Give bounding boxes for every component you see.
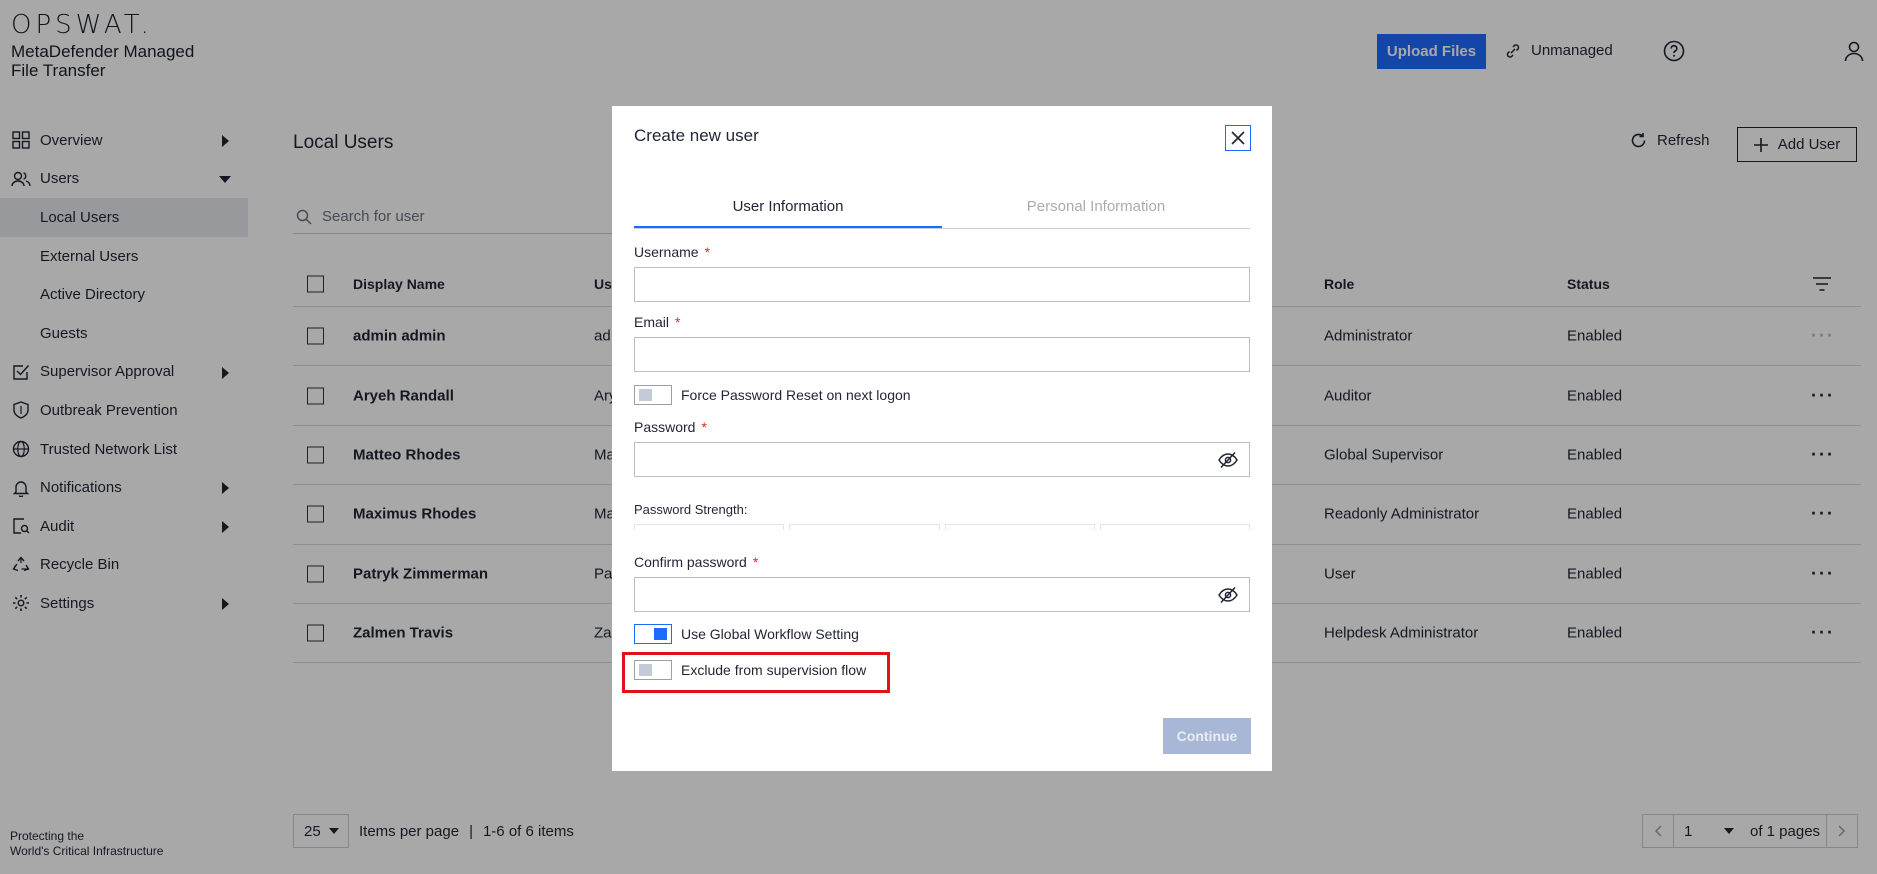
username-label-text: Username: [634, 244, 699, 260]
required-mark: *: [675, 314, 681, 330]
tab-personal-information[interactable]: Personal Information: [942, 182, 1250, 228]
username-input[interactable]: [635, 268, 1249, 301]
password-field: [634, 442, 1250, 477]
strength-segment: [944, 524, 1095, 530]
global-workflow-row: Use Global Workflow Setting: [634, 624, 859, 644]
close-dialog-button[interactable]: [1225, 125, 1251, 151]
password-label-text: Password: [634, 419, 696, 435]
email-field: [634, 337, 1250, 372]
password-input[interactable]: [635, 443, 1249, 476]
close-icon: [1231, 131, 1245, 145]
strength-segment: [789, 524, 940, 530]
password-strength-meter: [634, 524, 1250, 530]
force-password-reset-toggle[interactable]: [634, 385, 672, 405]
username-label: Username *: [634, 244, 710, 260]
dialog-title: Create new user: [634, 126, 759, 145]
confirm-password-label: Confirm password *: [634, 554, 758, 570]
required-mark: *: [704, 244, 711, 260]
email-input[interactable]: [635, 338, 1249, 371]
password-strength-label: Password Strength:: [634, 502, 748, 517]
strength-segment: [634, 524, 785, 530]
tab-user-information[interactable]: User Information: [634, 182, 942, 228]
strength-segment: [1099, 524, 1250, 530]
continue-button[interactable]: Continue: [1163, 718, 1251, 754]
toggle-knob: [639, 389, 652, 401]
confirm-password-field: [634, 577, 1250, 612]
create-user-dialog: Create new user User Information Persona…: [612, 106, 1272, 771]
dialog-tabs: User Information Personal Information: [634, 182, 1250, 229]
toggle-knob: [654, 628, 667, 640]
force-password-reset-row: Force Password Reset on next logon: [634, 385, 911, 405]
global-workflow-toggle[interactable]: [634, 624, 672, 644]
confirm-password-input[interactable]: [635, 578, 1249, 611]
exclude-supervision-row: Exclude from supervision flow: [634, 660, 866, 680]
username-field: [634, 267, 1250, 302]
exclude-supervision-label: Exclude from supervision flow: [681, 662, 867, 678]
eye-off-icon[interactable]: [1218, 586, 1238, 604]
force-password-reset-label: Force Password Reset on next logon: [681, 387, 911, 403]
confirm-password-label-text: Confirm password: [634, 554, 747, 570]
email-label: Email *: [634, 314, 680, 330]
email-label-text: Email: [634, 314, 670, 330]
exclude-supervision-toggle[interactable]: [634, 660, 672, 680]
required-mark: *: [752, 554, 759, 570]
toggle-knob: [639, 664, 652, 676]
required-mark: *: [701, 419, 707, 435]
eye-off-icon[interactable]: [1218, 451, 1238, 469]
global-workflow-label: Use Global Workflow Setting: [681, 626, 859, 642]
password-label: Password *: [634, 419, 707, 435]
